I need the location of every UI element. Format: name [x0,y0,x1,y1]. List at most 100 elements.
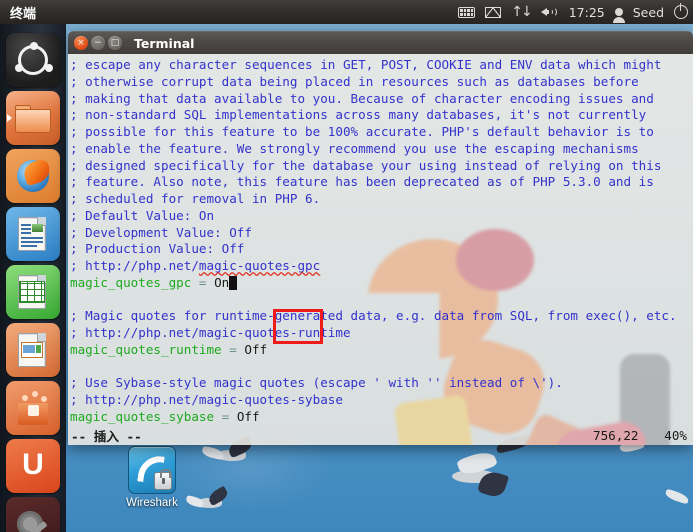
terminal-span: ; Production Value: Off [70,241,245,257]
terminal-span: ; Development Value: Off [70,224,252,240]
terminal-line: ; feature. Also note, this feature has b… [68,174,693,191]
power-indicator[interactable] [674,0,688,24]
terminal-span: ; designed specifically for the database… [70,157,662,173]
terminal-span: ; Use Sybase-style magic quotes (escape … [70,375,563,391]
terminal-span: ; non-standard SQL implementations acros… [70,107,647,123]
sidebar-item-software-center[interactable] [6,381,60,435]
sidebar-item-system-settings[interactable] [6,497,60,532]
clock-indicator[interactable]: 17:25 [569,0,605,24]
sidebar-item-libreoffice-writer[interactable] [6,207,60,261]
presentation-icon-fold [37,333,46,342]
text-cursor [229,275,238,290]
envelope-icon [485,6,502,18]
terminal-span: ; http://php.net/magic-quotes-runtime [70,325,351,340]
terminal-line: magic_quotes_sybase = Off [68,409,693,426]
user-icon [612,8,625,23]
ubuntu-one-icon: U [22,448,44,481]
sidebar-item-files[interactable] [6,91,60,145]
sidebar-item-dash-home[interactable] [6,33,60,87]
close-icon[interactable]: × [74,36,88,50]
user-icon-wrapper[interactable] [612,0,625,24]
sound-indicator[interactable] [540,0,559,24]
terminal-line: ; designed specifically for the database… [68,158,693,175]
network-indicator[interactable]: ↑↓ [511,0,533,24]
terminal-line: ; http://php.net/magic-quotes-sybase [68,392,693,409]
terminal-span: ; otherwise corrupt data being placed in… [70,73,639,89]
app-menu-title[interactable]: 终端 [10,3,36,22]
minimize-icon[interactable]: − [91,36,105,50]
network-arrows-icon: ↑↓ [511,4,533,20]
messaging-indicator[interactable] [485,0,502,24]
terminal-span: On [214,274,230,290]
power-icon [674,3,688,19]
vim-mode-indicator: -- 插入 -- [71,428,142,444]
terminal-text-area[interactable]: ; escape any character sequences in GET,… [68,54,693,426]
terminal-body[interactable]: ; escape any character sequences in GET,… [68,54,693,445]
folder-icon-body [15,109,51,133]
vim-scroll-percent: 40% [664,427,687,443]
terminal-line: ; otherwise corrupt data being placed in… [68,74,693,91]
terminal-span: ; possible for this feature to be 100% a… [70,124,654,139]
terminal-span: ; Magic quotes for runtime-generated dat… [70,308,677,324]
terminal-line: ; making that data available to you. Bec… [68,91,693,108]
terminal-titlebar[interactable]: × − □ Terminal [68,31,693,54]
terminal-line: ; enable the feature. We strongly recomm… [68,141,693,158]
terminal-window[interactable]: × − □ Terminal ; escape any character se… [68,31,693,445]
terminal-span: = [214,408,237,424]
running-indicator [7,114,12,122]
desktop-icon-wireshark[interactable]: Wireshark [112,446,192,509]
terminal-line: magic_quotes_gpc = On [68,275,693,292]
unity-launcher[interactable]: U [0,24,66,532]
terminal-line: ; Use Sybase-style magic quotes (escape … [68,375,693,392]
sidebar-item-ubuntu-one[interactable]: U [6,439,60,493]
close-glyph: × [77,37,85,48]
terminal-line: ; Production Value: Off [68,241,693,258]
lock-icon [154,469,172,490]
terminal-span: ; enable the feature. We strongly recomm… [70,140,639,156]
minimize-glyph: − [94,37,102,48]
terminal-line: ; non-standard SQL implementations acros… [68,107,693,124]
sidebar-item-libreoffice-calc[interactable] [6,265,60,319]
wireshark-icon [128,446,176,494]
vim-cursor-position: 756,22 [593,427,639,443]
terminal-span: ; feature. Also note, this feature has b… [70,174,654,190]
terminal-span: = [221,341,245,357]
desktop-icon-label: Wireshark [126,497,178,509]
terminal-span: Off [244,341,268,357]
terminal-span: = [191,274,215,290]
volume-icon [540,5,559,19]
indicator-area: ↑↓ 17:25 Seed [458,0,693,24]
terminal-span: magic_quotes_runtime [70,341,222,357]
terminal-line: ; http://php.net/magic-quotes-runtime [68,325,693,342]
wallpaper-bird [663,488,693,508]
terminal-line: ; possible for this feature to be 100% a… [68,124,693,141]
terminal-line: ; Development Value: Off [68,225,693,242]
session-indicator-user[interactable]: Seed [633,0,664,24]
wallpaper-bird [185,485,236,519]
ubuntu-logo-icon [15,42,53,75]
terminal-span: ; escape any character sequences in GET,… [70,57,662,72]
vim-status-line: -- 插入 -- 756,22 40% [68,425,693,445]
sidebar-item-firefox[interactable] [6,149,60,203]
terminal-line: ; http://php.net/magic-quotes-gpc [68,258,693,275]
terminal-span: ; Default Value: On [70,207,215,223]
terminal-span: magic-quotes-gpc [198,258,321,273]
terminal-line: ; Default Value: On [68,208,693,225]
terminal-span: ; making that data available to you. Bec… [70,90,654,106]
maximize-icon[interactable]: □ [108,36,122,50]
terminal-span: ; http://php.net/ [70,258,199,273]
terminal-line: magic_quotes_runtime = Off [68,342,693,359]
wallpaper-bird [438,448,518,500]
terminal-span: ; scheduled for removal in PHP 6. [70,191,321,206]
terminal-span: magic_quotes_sybase [70,408,215,424]
window-controls: × − □ [74,36,122,50]
terminal-span: Off [236,408,260,424]
terminal-line: ; escape any character sequences in GET,… [68,57,693,74]
terminal-span: ; http://php.net/magic-quotes-sybase [70,392,343,407]
keyboard-icon [458,6,476,18]
keyboard-indicator[interactable] [458,0,476,24]
terminal-title: Terminal [134,35,195,51]
top-panel[interactable]: 终端 ↑↓ 17:25 Seed [0,0,693,24]
terminal-span: magic_quotes_gpc [70,274,192,290]
sidebar-item-libreoffice-impress[interactable] [6,323,60,377]
